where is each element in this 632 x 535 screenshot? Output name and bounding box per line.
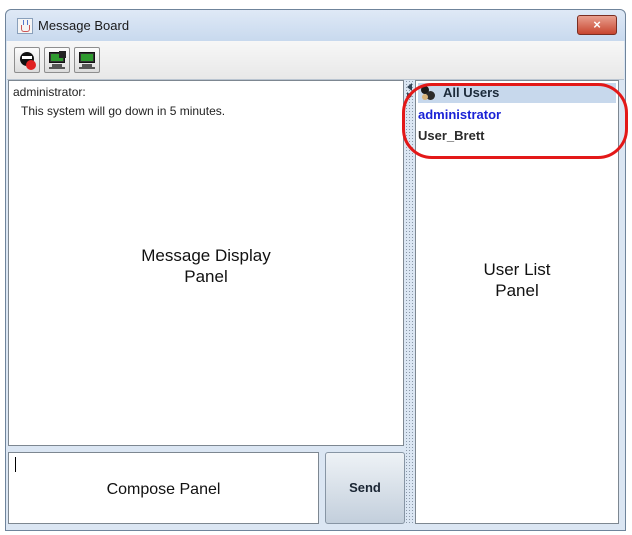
message-panel-label: Message Display Panel	[9, 245, 403, 287]
message-sender: administrator:	[13, 85, 86, 99]
collapse-right-icon[interactable]	[407, 92, 412, 100]
do-not-disturb-button[interactable]	[14, 47, 40, 73]
message-panel-label-line1: Message Display	[141, 246, 271, 265]
message-panel-label-line2: Panel	[184, 267, 228, 286]
user-item-administrator[interactable]: administrator	[418, 107, 501, 122]
monitor-tool-button[interactable]	[44, 47, 70, 73]
user-block-icon	[20, 52, 36, 70]
user-list-label-line2: Panel	[495, 281, 539, 300]
send-button[interactable]: Send	[325, 452, 405, 524]
compose-input[interactable]: Compose Panel	[8, 452, 319, 524]
users-group-icon	[421, 86, 435, 100]
monitor-view-button[interactable]	[74, 47, 100, 73]
title-bar[interactable]: Message Board ×	[6, 10, 625, 41]
toolbar	[7, 41, 624, 80]
collapse-left-icon[interactable]	[407, 83, 412, 91]
all-users-header[interactable]: All Users	[418, 83, 616, 103]
user-list-panel: All Users administrator User_Brett User …	[415, 80, 619, 524]
user-item-user-brett[interactable]: User_Brett	[418, 128, 484, 143]
compose-panel-label: Compose Panel	[106, 481, 221, 498]
message-display-panel[interactable]: administrator: This system will go down …	[8, 80, 404, 446]
text-caret	[15, 457, 16, 472]
split-pane-divider[interactable]	[405, 80, 414, 524]
message-text: This system will go down in 5 minutes.	[21, 104, 226, 118]
user-list-panel-label: User List Panel	[416, 259, 618, 301]
close-button[interactable]: ×	[577, 15, 617, 35]
java-app-icon	[17, 18, 33, 34]
all-users-label: All Users	[443, 85, 500, 100]
window-title: Message Board	[38, 18, 130, 33]
user-list-label-line1: User List	[483, 260, 551, 279]
